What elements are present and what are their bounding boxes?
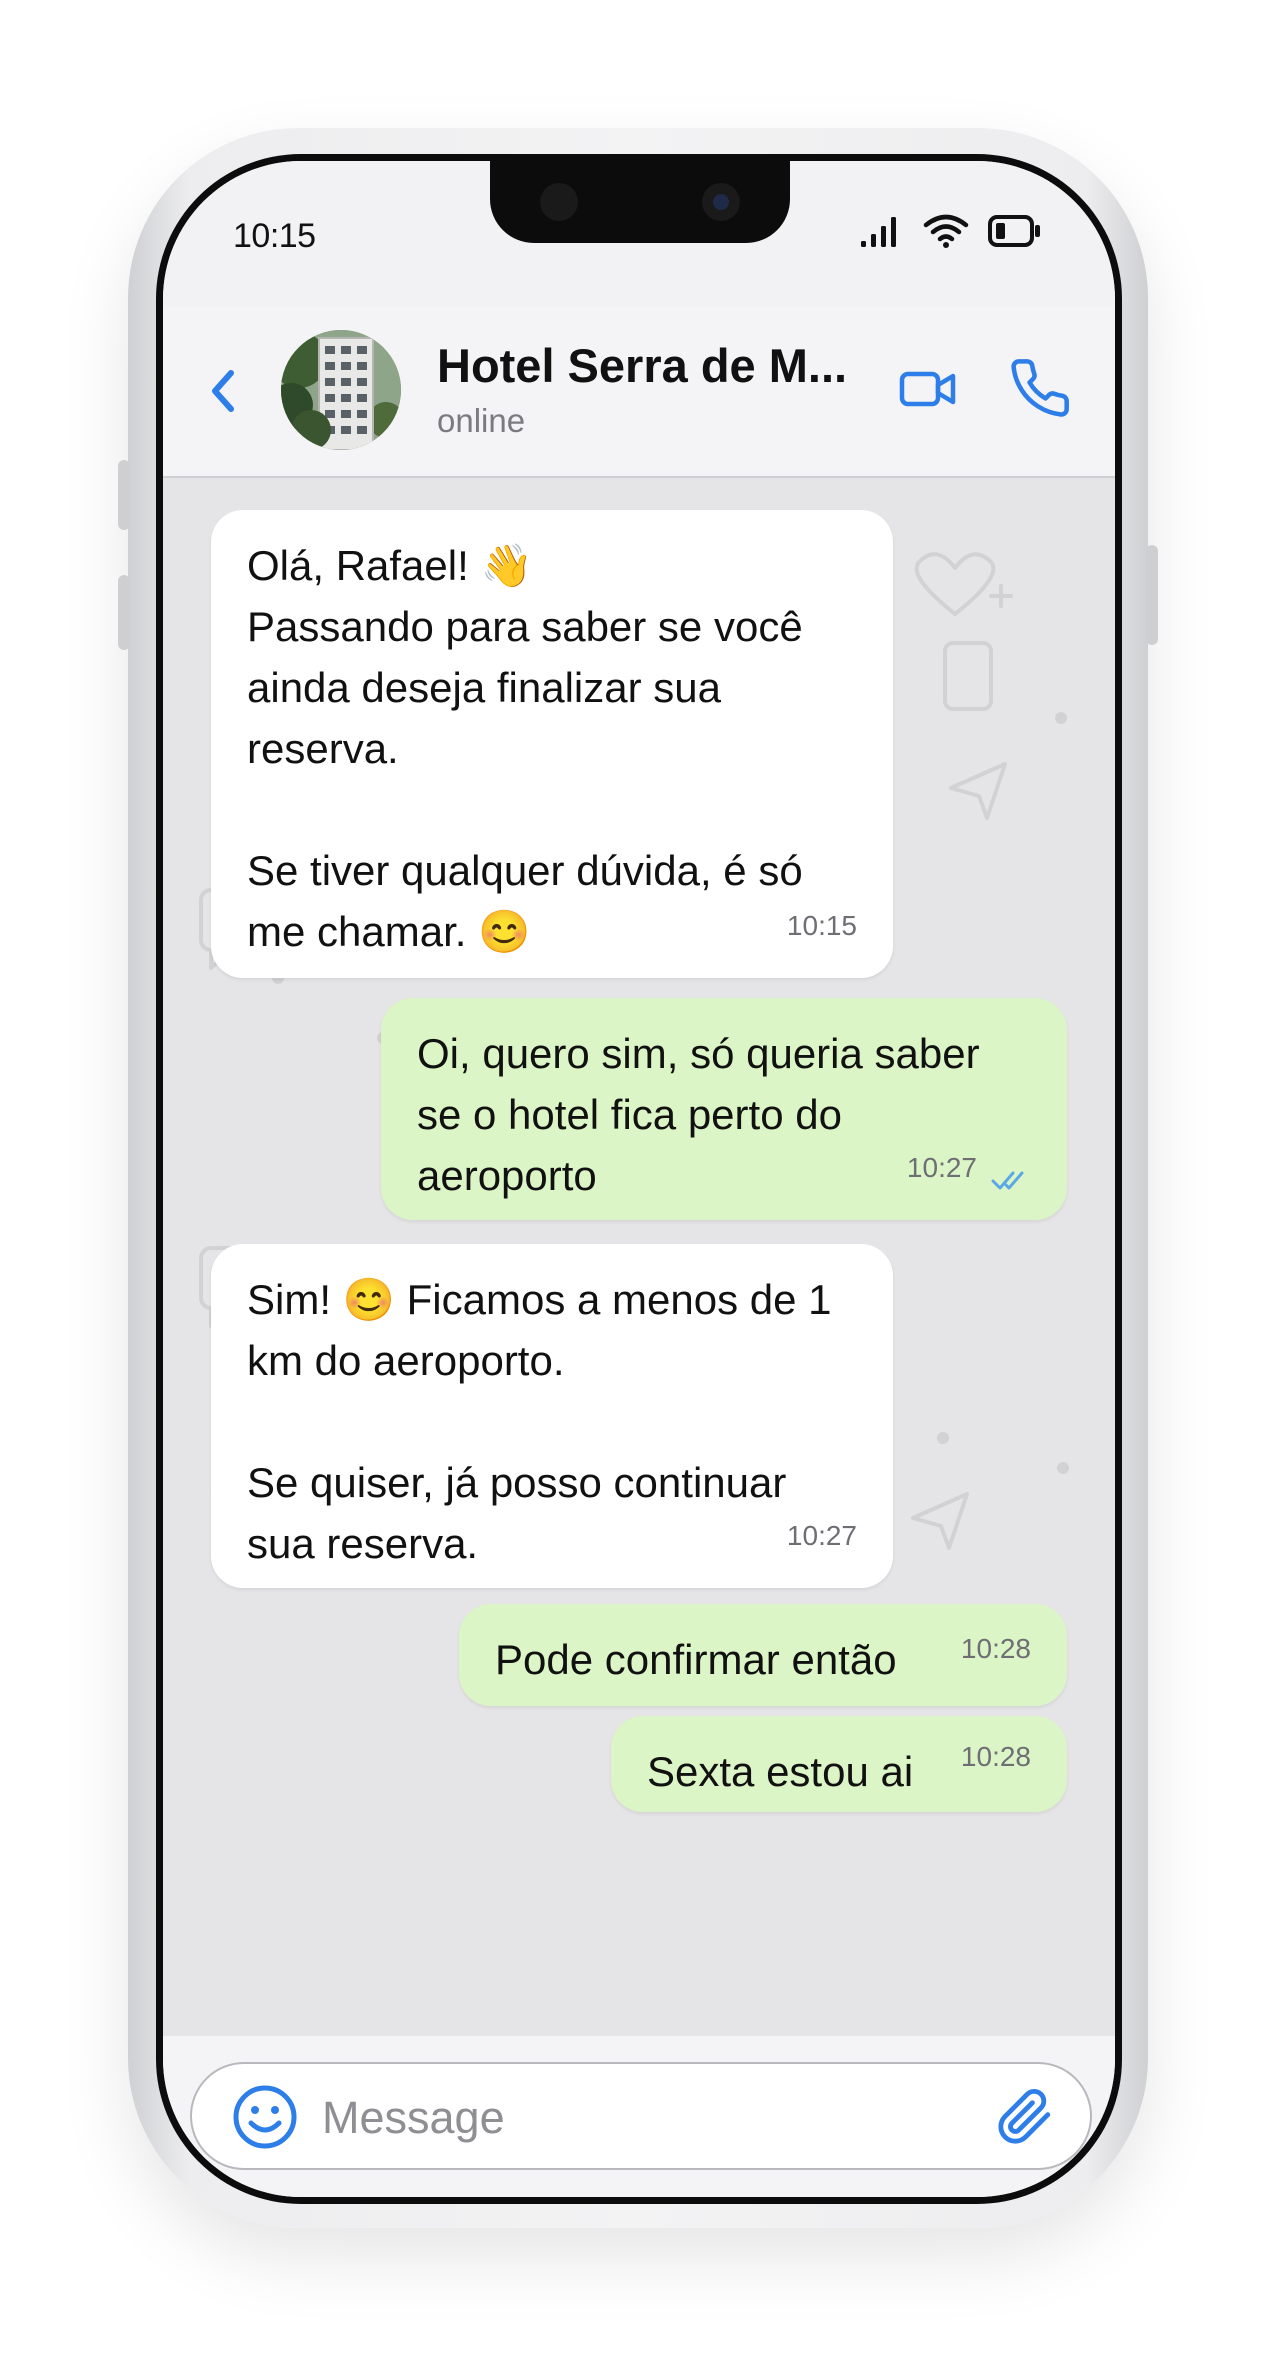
message-time: 10:15 (786, 910, 857, 941)
chevron-left-icon[interactable] (203, 361, 243, 421)
message-text: Pode confirmar então (495, 1636, 897, 1683)
message-input[interactable]: Message (190, 2062, 1092, 2170)
paperclip-icon[interactable] (996, 2088, 1054, 2146)
status-icons (859, 211, 1043, 251)
contact-status: online (437, 402, 526, 439)
status-bar: 10:15 (163, 161, 1115, 306)
hotel-photo-icon (281, 330, 401, 450)
message-time: 10:28 (960, 1741, 1031, 1772)
video-camera-icon[interactable] (899, 366, 957, 412)
message-bubble-incoming[interactable]: Olá, Rafael! 👋 Passando para saber se vo… (211, 510, 893, 978)
message-bubble-outgoing[interactable]: Oi, quero sim, só queria saber se o hote… (381, 998, 1067, 1220)
volume-button (118, 575, 130, 650)
status-time: 10:15 (233, 217, 316, 255)
sensor-icon (540, 183, 578, 221)
double-check-icon (991, 1171, 1024, 1190)
message-placeholder: Message (322, 2092, 505, 2143)
avatar[interactable] (281, 330, 401, 450)
camera-icon (702, 183, 740, 221)
message-bubble-outgoing[interactable]: Pode confirmar então 10:28 (459, 1604, 1067, 1706)
heart-icon (914, 552, 996, 616)
message-text: Sim! 😊 Ficamos a menos de 1 km do aeropo… (247, 1276, 832, 1567)
silent-switch (118, 460, 130, 530)
dynamic-island (490, 161, 790, 243)
chat-header: Hotel Serra de M... online (163, 306, 1115, 478)
message-text: Olá, Rafael! 👋 Passando para saber se vo… (247, 542, 803, 955)
message-time: 10:27 (786, 1520, 857, 1551)
wifi-icon (923, 214, 969, 248)
phone-icon[interactable] (1008, 356, 1072, 420)
signal-icon (861, 217, 896, 247)
power-button (1146, 545, 1158, 645)
message-time: 10:28 (960, 1633, 1031, 1664)
chat-area[interactable]: Olá, Rafael! 👋 Passando para saber se vo… (163, 478, 1115, 2036)
message-time: 10:27 (906, 1152, 977, 1183)
composer-bar: Message (163, 2036, 1115, 2197)
battery-icon (988, 215, 1040, 247)
message-bubble-outgoing[interactable]: Sexta estou ai 10:28 (611, 1716, 1067, 1812)
contact-name[interactable]: Hotel Serra de M... (437, 338, 847, 393)
smiley-icon[interactable] (232, 2084, 298, 2150)
message-bubble-incoming[interactable]: Sim! 😊 Ficamos a menos de 1 km do aeropo… (211, 1244, 893, 1588)
phone-screen: 10:15 Hotel Serra de M... online Olá, Ra… (163, 161, 1115, 2197)
